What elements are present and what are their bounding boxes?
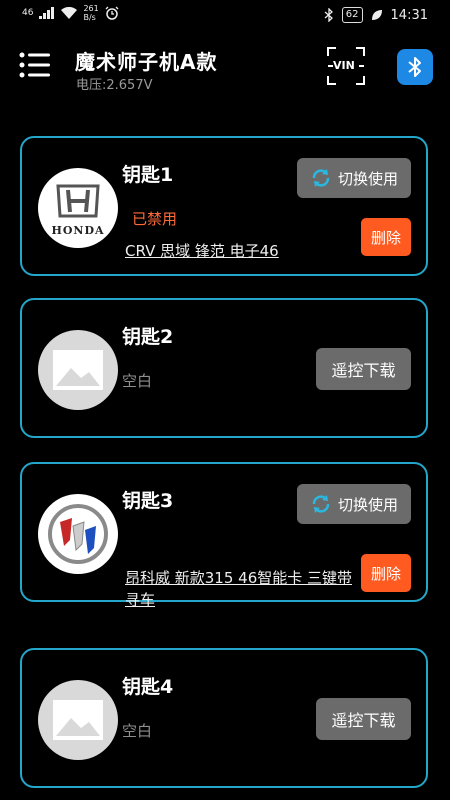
key-status-disabled: 已禁用 [132, 210, 178, 228]
honda-logo-text: HONDA [51, 224, 105, 237]
key-model-link[interactable]: 昂科威 新款315 46智能卡 三键带寻车 [125, 567, 355, 611]
battery-level: 62 [341, 7, 363, 23]
buick-emblem-icon [42, 498, 114, 570]
leaf-icon [371, 10, 382, 20]
image-placeholder [38, 680, 118, 760]
status-right: 62 14:31 [324, 7, 428, 23]
net-speed-value: 261 [83, 4, 99, 13]
delete-button[interactable]: 删除 [361, 218, 411, 256]
buick-logo [38, 494, 118, 574]
key-name: 钥匙2 [122, 326, 174, 348]
net-speed-unit: B/s [83, 13, 96, 22]
wifi-icon [61, 7, 78, 19]
vin-label: VIN [333, 59, 355, 72]
signal-label: 46 [22, 8, 34, 18]
switch-use-button[interactable]: 切换使用 [297, 158, 411, 198]
clock: 14:31 [390, 7, 428, 23]
key-card-4[interactable]: 钥匙4 空白 遥控下载 [20, 648, 428, 788]
switch-use-button[interactable]: 切换使用 [297, 484, 411, 524]
refresh-icon [312, 169, 330, 187]
key-card-2[interactable]: 钥匙2 空白 遥控下载 [20, 298, 428, 438]
refresh-icon [312, 495, 330, 513]
bluetooth-button[interactable] [397, 49, 433, 85]
signal-icon [39, 7, 55, 19]
top-bar: 魔术师子机A款 电压:2.657V VIN [0, 40, 450, 100]
status-left: 46 261 B/s [22, 4, 119, 22]
image-placeholder [38, 330, 118, 410]
image-placeholder-icon [53, 700, 103, 740]
menu-icon[interactable] [18, 48, 52, 82]
key-card-3[interactable]: 钥匙3 昂科威 新款315 46智能卡 三键带寻车 切换使用 删除 [20, 462, 428, 609]
key-name: 钥匙1 [122, 164, 174, 186]
bluetooth-status-icon [324, 8, 333, 22]
voltage-reading: 电压:2.657V [76, 78, 153, 93]
status-bar: 46 261 B/s 62 14:31 [0, 0, 450, 32]
bluetooth-icon [408, 57, 421, 77]
honda-logo: HONDA [38, 168, 118, 248]
image-placeholder-icon [53, 350, 103, 390]
remote-download-button[interactable]: 遥控下载 [316, 698, 411, 740]
key-status-empty: 空白 [122, 722, 153, 740]
key-card-1[interactable]: HONDA 钥匙1 已禁用 CRV 思域 锋范 电子46 切换使用 删除 [20, 136, 428, 276]
app-title: 魔术师子机A款 [75, 50, 218, 74]
switch-use-label: 切换使用 [337, 495, 398, 514]
key-status-empty: 空白 [122, 372, 153, 390]
delete-button[interactable]: 删除 [361, 554, 411, 592]
key-name: 钥匙4 [122, 676, 174, 698]
vin-scan-button[interactable]: VIN [326, 46, 366, 86]
switch-use-label: 切换使用 [337, 169, 398, 188]
net-speed: 261 B/s [83, 4, 98, 22]
key-name: 钥匙3 [122, 490, 174, 512]
key-model-link[interactable]: CRV 思域 锋范 电子46 [125, 240, 355, 262]
remote-download-button[interactable]: 遥控下载 [316, 348, 411, 390]
alarm-icon [105, 6, 119, 20]
